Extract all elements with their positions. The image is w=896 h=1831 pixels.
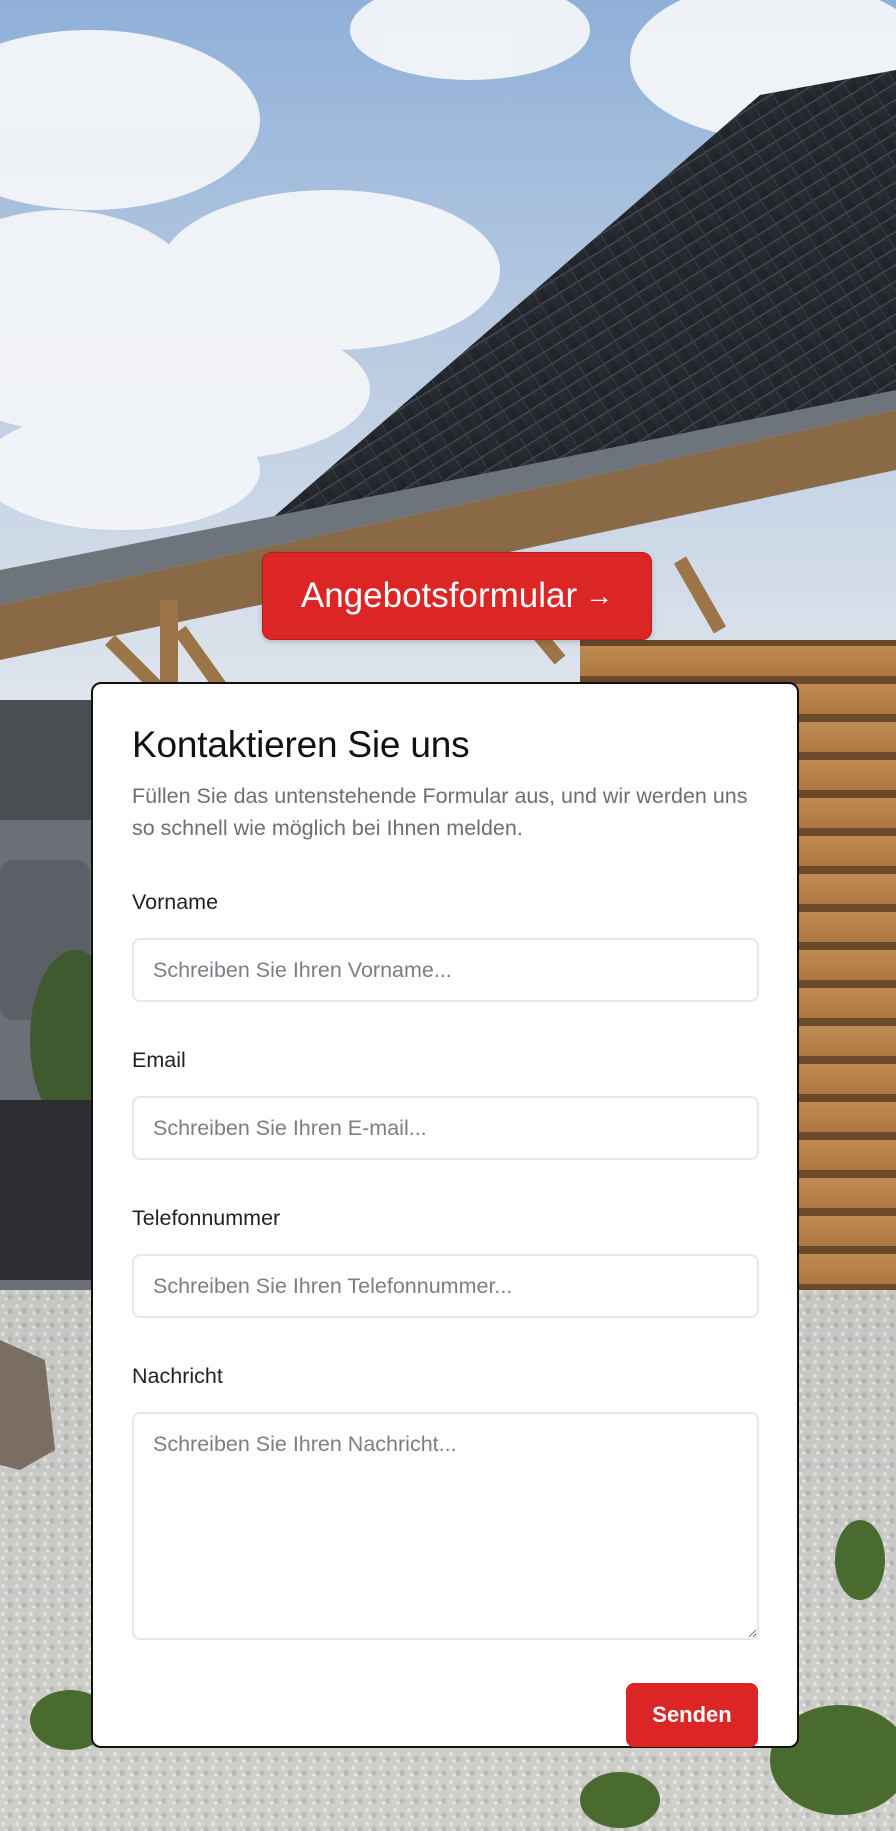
field-email: Email [132, 1046, 759, 1160]
arrow-right-icon: → [585, 580, 614, 611]
contact-form-card: Kontaktieren Sie uns Füllen Sie das unte… [91, 682, 799, 1748]
email-input[interactable] [132, 1096, 759, 1160]
first-name-label: Vorname [132, 890, 219, 914]
field-first-name: Vorname [132, 888, 759, 1002]
page-title: Kontaktieren Sie uns [132, 724, 470, 765]
field-message: Nachricht [132, 1362, 759, 1645]
form-actions: Senden [132, 1683, 758, 1747]
email-label: Email [132, 1048, 186, 1072]
form-subtitle: Füllen Sie das untenstehende Formular au… [132, 784, 748, 840]
first-name-input[interactable] [132, 938, 759, 1002]
phone-label: Telefonnummer [132, 1206, 281, 1230]
offer-form-button[interactable]: Angebotsformular → [262, 552, 652, 640]
send-button[interactable]: Senden [626, 1683, 758, 1747]
offer-form-button-label: Angebotsformular [300, 576, 578, 615]
field-phone: Telefonnummer [132, 1204, 759, 1318]
message-label: Nachricht [132, 1364, 223, 1388]
message-textarea[interactable] [132, 1412, 759, 1640]
phone-input[interactable] [132, 1254, 759, 1318]
